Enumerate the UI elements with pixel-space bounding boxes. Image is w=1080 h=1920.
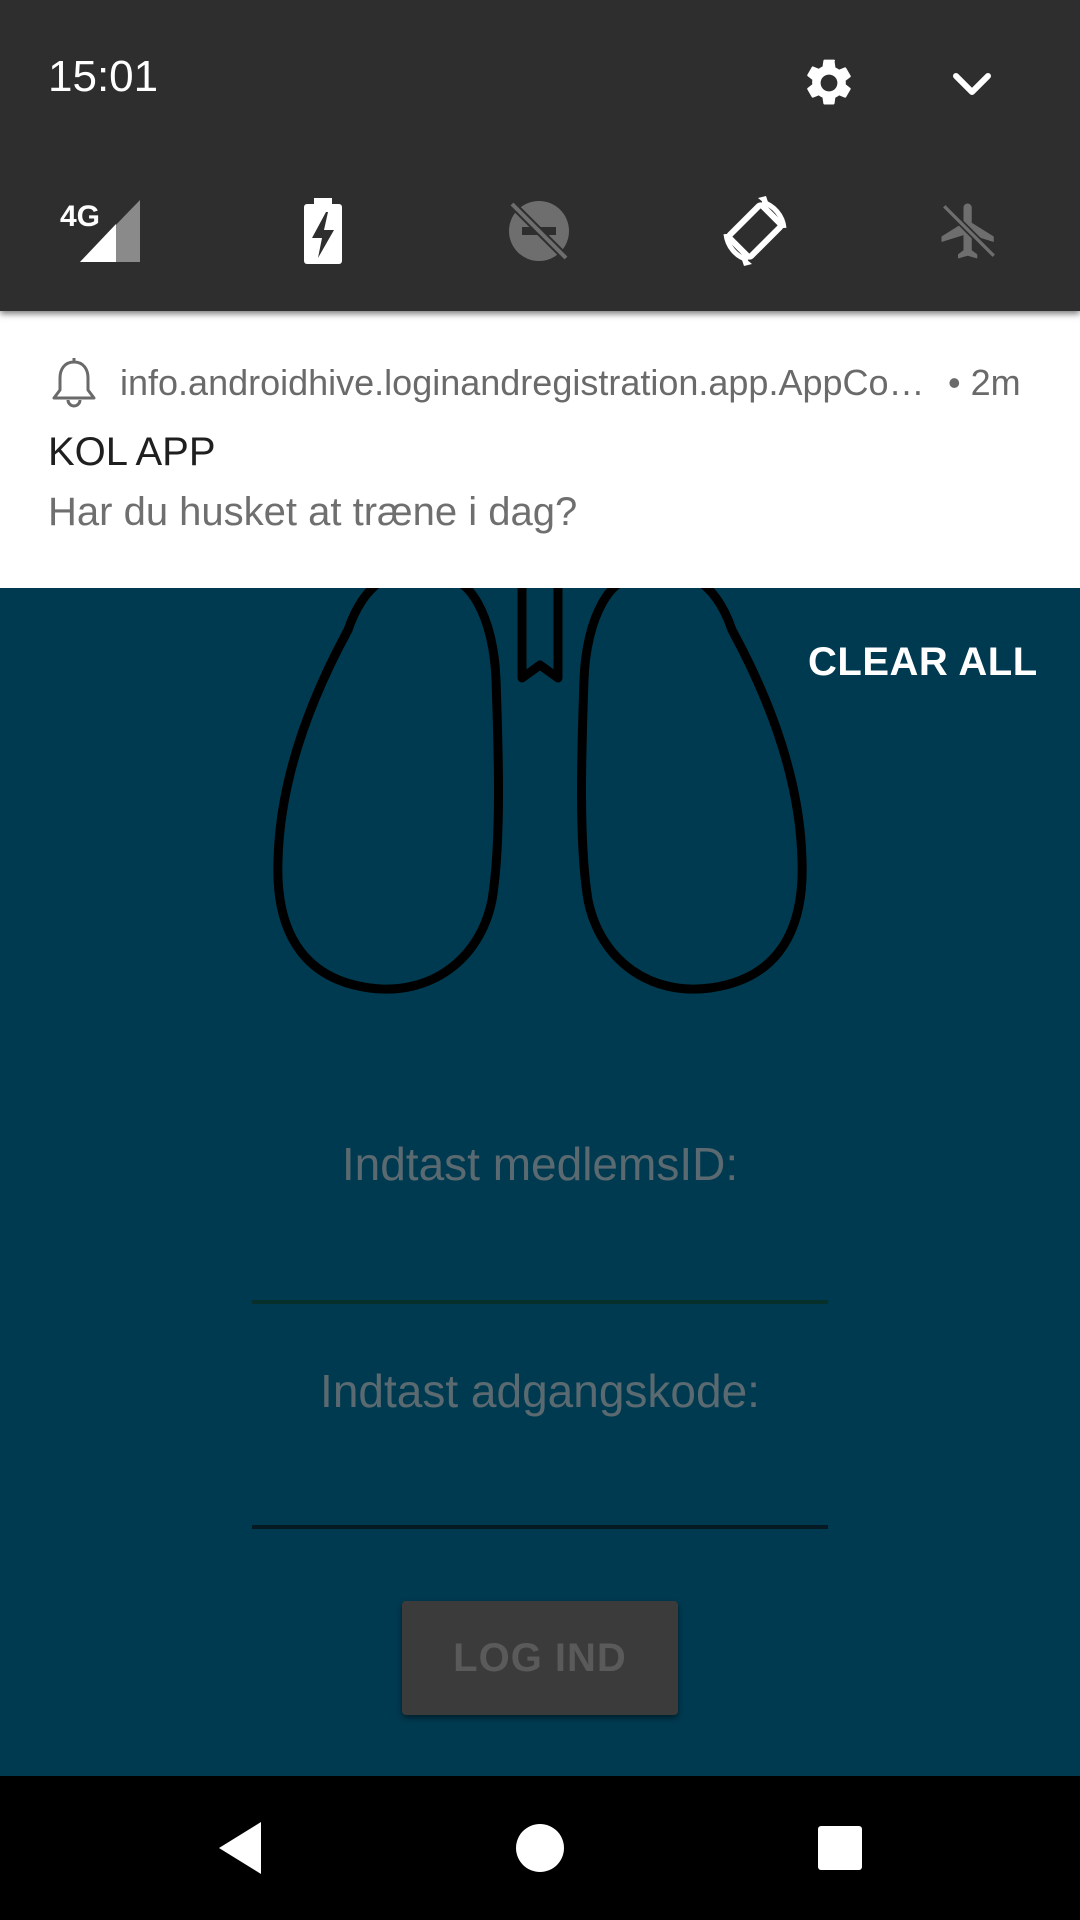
navigation-bar bbox=[0, 1776, 1080, 1920]
battery-saver-icon[interactable] bbox=[300, 196, 346, 266]
member-id-label: Indtast medlemsID: bbox=[341, 1138, 739, 1190]
password-input[interactable] bbox=[252, 1525, 828, 1529]
notification-text: Har du husket at træne i dag? bbox=[48, 490, 578, 534]
clear-all-button[interactable]: CLEAR ALL bbox=[808, 640, 1038, 685]
back-icon[interactable] bbox=[200, 1806, 280, 1890]
notification-time: • 2m bbox=[948, 362, 1021, 403]
bell-icon bbox=[50, 356, 98, 408]
quick-settings-panel: 15:01 4G bbox=[0, 0, 1080, 311]
auto-rotate-icon[interactable] bbox=[718, 194, 792, 268]
signal-4g-icon[interactable]: 4G bbox=[58, 196, 144, 266]
notification-title: KOL APP bbox=[48, 430, 216, 474]
recents-icon[interactable] bbox=[800, 1806, 880, 1890]
login-button[interactable]: LOG IND bbox=[402, 1601, 678, 1715]
android-screen: Indtast medlemsID: Indtast adgangskode: … bbox=[0, 0, 1080, 1920]
gear-icon[interactable] bbox=[798, 52, 860, 114]
do-not-disturb-off-icon[interactable] bbox=[506, 198, 572, 264]
notification-app-name: info.androidhive.loginandregistration.ap… bbox=[120, 362, 925, 403]
chevron-down-icon[interactable] bbox=[946, 62, 998, 108]
svg-text:4G: 4G bbox=[60, 200, 100, 233]
member-id-input[interactable] bbox=[252, 1300, 828, 1304]
airplane-mode-icon[interactable] bbox=[936, 196, 1002, 266]
lungs-logo bbox=[273, 567, 807, 994]
clock: 15:01 bbox=[48, 52, 159, 101]
home-icon[interactable] bbox=[500, 1806, 580, 1890]
password-label: Indtast adgangskode: bbox=[320, 1365, 760, 1417]
